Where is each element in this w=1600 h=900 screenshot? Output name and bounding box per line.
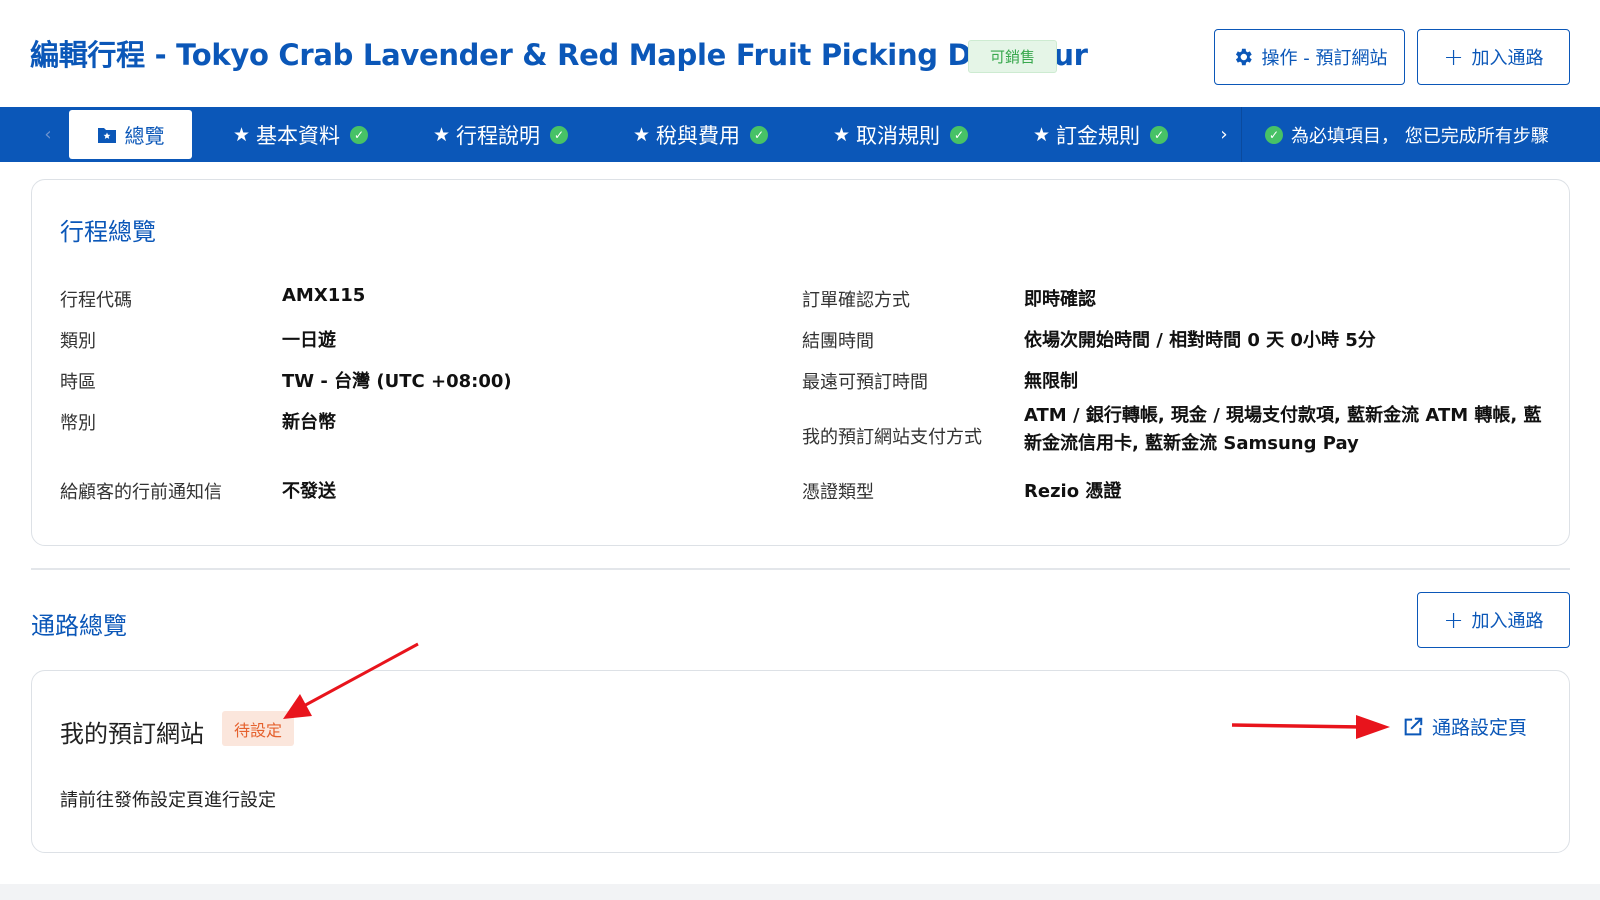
check-circle-icon: ✓: [1150, 125, 1169, 144]
folder-star-icon: [97, 127, 116, 143]
tab-label: 稅與費用: [656, 123, 741, 148]
tab-label: 基本資料: [256, 123, 341, 148]
tab-itinerary[interactable]: ★ 行程說明 ✓: [433, 107, 569, 162]
page-header: 編輯行程 - Tokyo Crab Lavender & Red Maple F…: [0, 0, 1600, 107]
tab-basic-info[interactable]: ★ 基本資料 ✓: [233, 107, 369, 162]
tab-label: 行程說明: [456, 123, 541, 148]
external-link-icon: [1404, 717, 1423, 735]
check-circle-icon: ✓: [550, 125, 569, 144]
channel-hint: 請前往發佈設定頁進行設定: [60, 790, 276, 811]
field-label: 行程代碼: [60, 290, 132, 311]
star-icon: ★: [833, 123, 851, 146]
tab-deposit[interactable]: ★ 訂金規則 ✓: [1033, 107, 1169, 162]
field-label: 我的預訂網站支付方式: [802, 427, 982, 448]
add-channel-button-top[interactable]: + 加入通路: [1417, 29, 1570, 85]
tabbar-divider: [1241, 107, 1242, 162]
add-channel-label: 加入通路: [1471, 611, 1544, 632]
operations-button-label: 操作 - 預訂網站: [1261, 48, 1388, 69]
field-label: 訂單確認方式: [802, 290, 910, 311]
overview-title: 行程總覽: [60, 218, 156, 246]
tab-label: 取消規則: [856, 123, 941, 148]
add-channel-label: 加入通路: [1471, 48, 1544, 69]
check-circle-icon: ✓: [350, 125, 369, 144]
tab-overview-label: 總覽: [124, 124, 165, 148]
tour-overview-card: 行程總覽 行程代碼 AMX115 類別 一日遊 時區 TW - 台灣 (UTC …: [31, 179, 1570, 546]
check-circle-icon: ✓: [750, 125, 769, 144]
field-value: 無限制: [1024, 371, 1078, 392]
tab-overview[interactable]: 總覽: [69, 110, 192, 159]
check-circle-icon: ✓: [950, 125, 969, 144]
field-value: AMX115: [282, 285, 366, 306]
field-label: 時區: [60, 372, 96, 393]
channels-title: 通路總覽: [31, 612, 127, 640]
plus-icon: +: [1443, 43, 1464, 71]
channel-settings-link-label: 通路設定頁: [1432, 717, 1528, 739]
completion-status: ✓ 為必填項目， 您已完成所有步驟: [1265, 107, 1549, 162]
add-channel-button[interactable]: + 加入通路: [1417, 592, 1570, 648]
field-value: 不發送: [282, 481, 336, 502]
field-label: 幣別: [60, 413, 96, 434]
field-label: 結團時間: [802, 331, 874, 352]
channel-settings-link[interactable]: 通路設定頁: [1402, 713, 1527, 740]
field-value: ATM / 銀行轉帳, 現金 / 現場支付款項, 藍新金流 ATM 轉帳, 藍新…: [1024, 405, 1542, 454]
chevron-left-icon[interactable]: ‹: [38, 107, 58, 162]
star-icon: ★: [633, 123, 651, 146]
field-label: 給顧客的行前通知信: [60, 482, 222, 503]
tab-tax-fees[interactable]: ★ 稅與費用 ✓: [633, 107, 769, 162]
tab-label: 訂金規則: [1056, 123, 1141, 148]
plus-icon: +: [1443, 606, 1464, 634]
field-value: 即時確認: [1024, 289, 1096, 310]
star-icon: ★: [233, 123, 251, 146]
pending-badge: 待設定: [222, 711, 294, 746]
tab-cancellation[interactable]: ★ 取消規則 ✓: [833, 107, 969, 162]
field-label: 類別: [60, 331, 96, 352]
section-divider: [31, 568, 1570, 570]
field-value: 一日遊: [282, 330, 336, 351]
field-label: 憑證類型: [802, 482, 874, 503]
completion-status-text: 為必填項目， 您已完成所有步驟: [1291, 125, 1549, 147]
page-title: 編輯行程 - Tokyo Crab Lavender & Red Maple F…: [30, 38, 1088, 72]
field-label: 最遠可預訂時間: [802, 372, 928, 393]
chevron-right-icon[interactable]: ›: [1214, 107, 1234, 162]
star-icon: ★: [1033, 123, 1051, 146]
channel-card: 我的預訂網站 待設定 請前往發佈設定頁進行設定 通路設定頁: [31, 670, 1570, 853]
gear-icon: [1235, 48, 1252, 66]
field-value: TW - 台灣 (UTC +08:00): [282, 371, 512, 392]
star-icon: ★: [433, 123, 451, 146]
operations-button[interactable]: 操作 - 預訂網站: [1214, 29, 1405, 85]
check-circle-icon: ✓: [1265, 125, 1283, 144]
field-value: Rezio 憑證: [1024, 481, 1122, 502]
field-value: 依場次開始時間 / 相對時間 0 天 0小時 5分: [1024, 330, 1376, 351]
step-tabbar: ‹ 總覽 ★ 基本資料 ✓ ★ 行程說明 ✓ ★ 稅與費用 ✓ ★ 取消規則 ✓…: [0, 107, 1600, 162]
page-footer-band: [0, 884, 1600, 900]
channel-name: 我的預訂網站: [60, 720, 204, 748]
status-badge: 可銷售: [968, 40, 1057, 73]
field-value: 新台幣: [282, 412, 336, 433]
